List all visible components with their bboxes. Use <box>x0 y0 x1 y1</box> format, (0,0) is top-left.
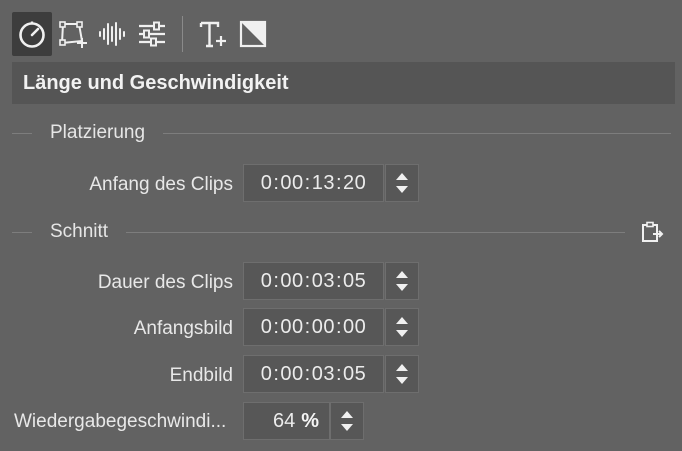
group-placement-title: Platzierung <box>50 122 146 143</box>
increment-arrow-icon[interactable] <box>396 364 408 371</box>
end-frame-spinner[interactable] <box>385 355 419 393</box>
toolbar-separator <box>182 16 183 52</box>
section-header[interactable]: Länge und Geschwindigkeit <box>12 62 675 104</box>
paste-icon[interactable] <box>640 220 664 244</box>
playback-speed-spinner[interactable] <box>330 402 364 440</box>
decrement-arrow-icon[interactable] <box>396 330 408 337</box>
properties-panel: Länge und Geschwindigkeit Platzierung An… <box>0 0 682 451</box>
increment-arrow-icon[interactable] <box>396 173 408 180</box>
toolbar <box>12 12 273 56</box>
group-cut: Schnitt <box>12 220 626 244</box>
increment-arrow-icon[interactable] <box>396 317 408 324</box>
clip-duration-label: Dauer des Clips <box>97 272 233 293</box>
section-title: Länge und Geschwindigkeit <box>23 71 289 94</box>
end-frame-timecode-input[interactable]: 0:00:03:05 <box>243 355 384 393</box>
decrement-arrow-icon[interactable] <box>396 284 408 291</box>
start-frame-label: Anfangsbild <box>133 318 233 339</box>
decrement-arrow-icon[interactable] <box>396 377 408 384</box>
decrement-arrow-icon[interactable] <box>341 424 353 431</box>
playback-speed-input[interactable]: 64% <box>243 402 330 440</box>
text-add-icon[interactable] <box>193 12 233 56</box>
audio-waveform-icon[interactable] <box>92 12 132 56</box>
increment-arrow-icon[interactable] <box>341 411 353 418</box>
sliders-icon[interactable] <box>132 12 172 56</box>
clip-duration-spinner[interactable] <box>385 262 419 300</box>
transform-icon[interactable] <box>52 12 92 56</box>
increment-arrow-icon[interactable] <box>396 271 408 278</box>
playback-speed-label: Wiedergabegeschwindi... <box>14 411 227 432</box>
mask-icon[interactable] <box>233 12 273 56</box>
group-placement: Platzierung <box>12 121 672 145</box>
start-frame-timecode-input[interactable]: 0:00:00:00 <box>243 308 384 346</box>
playback-speed-value: 64 <box>272 409 296 432</box>
percent-unit: % <box>301 409 319 432</box>
clip-duration-timecode-input[interactable]: 0:00:03:05 <box>243 262 384 300</box>
start-frame-spinner[interactable] <box>385 308 419 346</box>
clip-start-label: Anfang des Clips <box>89 174 233 195</box>
speedometer-icon[interactable] <box>12 12 52 56</box>
clip-start-timecode-input[interactable]: 0:00:13:20 <box>243 164 384 202</box>
end-frame-label: Endbild <box>169 365 233 386</box>
decrement-arrow-icon[interactable] <box>396 186 408 193</box>
group-cut-title: Schnitt <box>50 221 109 242</box>
clip-start-spinner[interactable] <box>385 164 419 202</box>
